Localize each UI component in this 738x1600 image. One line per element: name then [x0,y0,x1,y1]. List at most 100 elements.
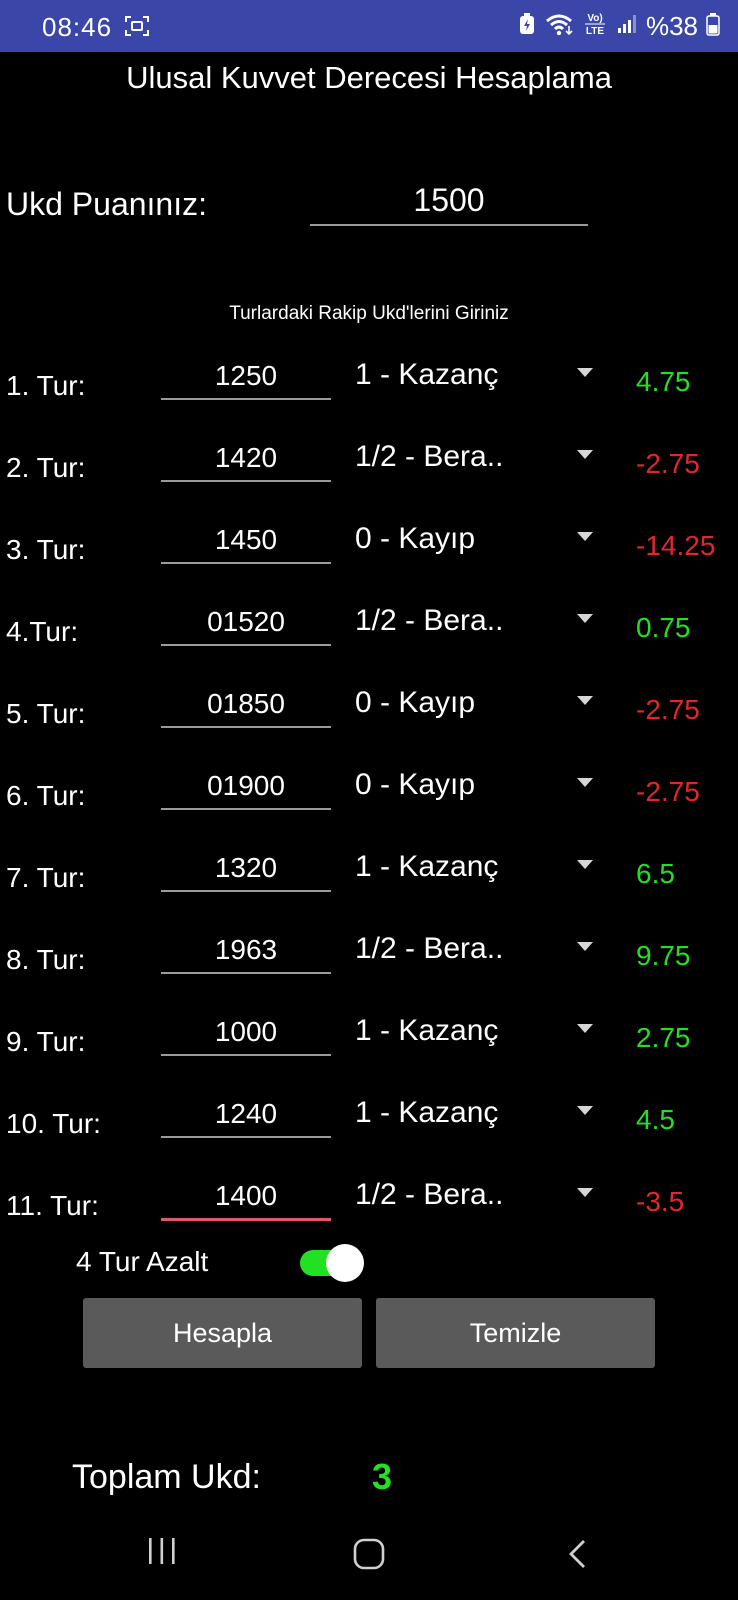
round-rival-input[interactable] [161,436,331,482]
round-row: 8. Tur: 1/2 - Bera.. 9.75 [0,928,738,998]
round-row: 9. Tur: 1 - Kazanç 2.75 [0,1010,738,1080]
round-delta: -3.5 [636,1186,685,1217]
round-row: 1. Tur: 1 - Kazanç 4.75 [0,354,738,424]
dropdown-arrow-icon [577,860,593,869]
dropdown-arrow-icon [577,1024,593,1033]
round-rival-input[interactable] [161,518,331,564]
round-delta: 6.5 [636,858,675,889]
round-row: 10. Tur: 1 - Kazanç 4.5 [0,1092,738,1162]
round-result-value: 1 - Kazanç [355,1014,499,1047]
round-delta: -2.75 [636,448,700,479]
signal-icon [616,13,638,40]
app-screen: 08:46 Vo) LTE %38 Ulusal Kuvvet Derecesi… [0,0,738,1600]
dropdown-arrow-icon [577,778,593,787]
battery-icon [706,12,720,41]
round-label: 3. Tur: [6,534,86,565]
round-result-dropdown[interactable]: 1/2 - Bera.. [355,600,605,644]
round-result-dropdown[interactable]: 1/2 - Bera.. [355,1174,605,1218]
status-icons: Vo) LTE %38 [518,10,720,42]
volte-lte-icon: Vo) LTE [582,10,608,43]
round-row: 2. Tur: 1/2 - Bera.. -2.75 [0,436,738,506]
dropdown-arrow-icon [577,942,593,951]
round-rival-input[interactable] [161,354,331,400]
wifi-icon [544,12,574,41]
dropdown-arrow-icon [577,368,593,377]
dropdown-arrow-icon [577,1188,593,1197]
round-result-value: 1 - Kazanç [355,1096,499,1129]
reduce-rounds-label: 4 Tur Azalt [76,1246,209,1277]
round-label: 6. Tur: [6,780,86,811]
svg-text:LTE: LTE [586,26,604,37]
round-rival-input[interactable] [161,1010,331,1056]
round-row: 3. Tur: 0 - Kayıp -14.25 [0,518,738,588]
rivals-header: Turlardaki Rakip Ukd'lerini Giriniz [229,303,509,324]
round-delta: -2.75 [636,776,700,807]
clear-button[interactable]: Temizle [376,1298,655,1368]
round-result-dropdown[interactable]: 1 - Kazanç [355,1092,605,1136]
total-label: Toplam Ukd: [72,1458,261,1496]
round-row: 7. Tur: 1 - Kazanç 6.5 [0,846,738,916]
reduce-rounds-toggle[interactable] [298,1244,364,1282]
round-row: 6. Tur: 0 - Kayıp -2.75 [0,764,738,834]
dropdown-arrow-icon [577,532,593,541]
round-label: 2. Tur: [6,452,86,483]
round-delta: 4.75 [636,366,691,397]
toggle-knob [326,1244,364,1282]
round-rival-input[interactable] [161,846,331,892]
page-title: Ulusal Kuvvet Derecesi Hesaplama [126,60,612,95]
screen-capture-icon [124,15,150,37]
round-label: 4.Tur: [6,616,79,647]
round-result-value: 1/2 - Bera.. [355,1178,504,1211]
dropdown-arrow-icon [577,696,593,705]
svg-text:Vo): Vo) [587,13,602,24]
status-time: 08:46 [42,12,113,42]
round-rival-input[interactable] [161,928,331,974]
round-result-dropdown[interactable]: 1/2 - Bera.. [355,436,605,480]
total-value: 3 [372,1456,393,1497]
round-result-value: 0 - Kayıp [355,522,476,555]
round-label: 9. Tur: [6,1026,86,1057]
battery-saver-icon [518,12,536,41]
round-result-value: 1 - Kazanç [355,358,499,391]
calculate-button[interactable]: Hesapla [83,1298,362,1368]
round-label: 5. Tur: [6,698,86,729]
round-label: 1. Tur: [6,370,86,401]
round-rival-input[interactable] [161,1174,331,1221]
round-result-dropdown[interactable]: 0 - Kayıp [355,764,605,808]
round-result-value: 1/2 - Bera.. [355,440,504,473]
round-row: 11. Tur: 1/2 - Bera.. -3.5 [0,1174,738,1244]
round-result-dropdown[interactable]: 1 - Kazanç [355,1010,605,1054]
battery-percent: %38 [645,10,698,41]
dropdown-arrow-icon [577,1106,593,1115]
round-rival-input[interactable] [161,600,331,646]
navigation-bar [0,1516,738,1600]
round-result-value: 0 - Kayıp [355,686,476,719]
round-delta: -2.75 [636,694,700,725]
round-row: 4.Tur: 1/2 - Bera.. 0.75 [0,600,738,670]
round-delta: -14.25 [636,530,716,561]
round-label: 7. Tur: [6,862,86,893]
round-rival-input[interactable] [161,682,331,728]
round-delta: 0.75 [636,612,691,643]
round-result-dropdown[interactable]: 0 - Kayıp [355,682,605,726]
status-bar: 08:46 Vo) LTE %38 [0,0,738,52]
recents-icon[interactable] [146,1536,178,1571]
round-delta: 4.5 [636,1104,675,1135]
dropdown-arrow-icon [577,614,593,623]
round-result-value: 1/2 - Bera.. [355,932,504,965]
home-icon[interactable] [352,1538,386,1575]
round-result-value: 1/2 - Bera.. [355,604,504,637]
round-result-value: 1 - Kazanç [355,850,499,883]
round-delta: 2.75 [636,1022,691,1053]
round-result-dropdown[interactable]: 1 - Kazanç [355,354,605,398]
back-icon[interactable] [566,1538,590,1575]
round-rival-input[interactable] [161,764,331,810]
round-row: 5. Tur: 0 - Kayıp -2.75 [0,682,738,752]
round-label: 8. Tur: [6,944,86,975]
round-rival-input[interactable] [161,1092,331,1138]
round-result-dropdown[interactable]: 1/2 - Bera.. [355,928,605,972]
round-result-dropdown[interactable]: 0 - Kayıp [355,518,605,562]
ukd-input[interactable] [310,176,588,226]
round-result-value: 0 - Kayıp [355,768,476,801]
round-result-dropdown[interactable]: 1 - Kazanç [355,846,605,890]
